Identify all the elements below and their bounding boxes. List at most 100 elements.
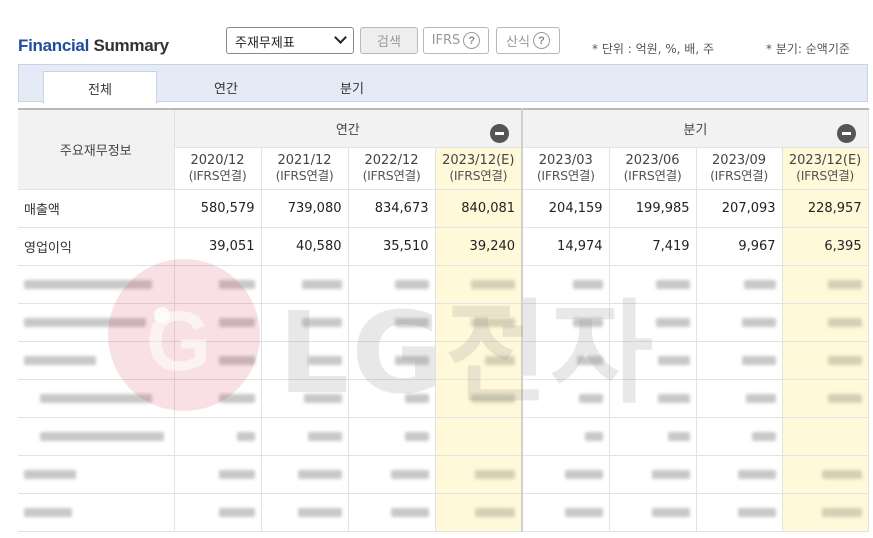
blurred-cell xyxy=(609,455,697,494)
blurred-cell xyxy=(522,379,610,418)
ifrs-help-button[interactable]: IFRS ? xyxy=(423,27,489,54)
blurred-cell xyxy=(348,265,436,304)
blurred-cell xyxy=(696,455,783,494)
blurred-cell xyxy=(261,341,349,380)
blurred-cell xyxy=(782,417,869,456)
blurred-cell xyxy=(522,341,610,380)
quarter-group-label: 분기 xyxy=(683,122,708,138)
chevron-down-icon xyxy=(334,31,347,44)
blurred-cell xyxy=(435,417,524,456)
collapse-quarter-icon[interactable] xyxy=(836,124,856,143)
blurred-cell xyxy=(609,379,697,418)
blurred-cell xyxy=(348,379,436,418)
column-basis: (IFRS연결) xyxy=(275,168,334,183)
blurred-cell xyxy=(261,265,349,304)
table-cell: 199,985 xyxy=(609,189,697,228)
table-cell: 204,159 xyxy=(522,189,610,228)
blurred-cell xyxy=(174,303,262,342)
blurred-row xyxy=(18,341,869,380)
table-cell: 6,395 xyxy=(782,227,869,266)
blurred-label xyxy=(18,303,175,342)
blurred-cell xyxy=(435,455,524,494)
blurred-cell xyxy=(174,493,262,532)
table-cell: 39,051 xyxy=(174,227,262,266)
blurred-cell xyxy=(782,455,869,494)
column-basis: (IFRS연결) xyxy=(623,168,682,183)
quarter-note: * 분기: 순액기준 xyxy=(766,42,850,56)
blurred-cell xyxy=(522,493,610,532)
column-period: 2022/12 xyxy=(364,153,419,168)
toolbar: Financial Summary 주재무제표 검색 IFRS ? 산식 ? *… xyxy=(0,0,873,64)
blurred-cell xyxy=(174,265,262,304)
column-period: 2023/06 xyxy=(625,153,680,168)
table-cell: 35,510 xyxy=(348,227,436,266)
blurred-cell xyxy=(435,303,524,342)
blurred-cell xyxy=(522,455,610,494)
column-header: 2023/06 (IFRS연결) xyxy=(609,147,697,190)
question-circle-icon: ? xyxy=(463,32,481,49)
table-cell: 207,093 xyxy=(696,189,783,228)
blurred-cell xyxy=(782,341,869,380)
financial-summary-table: 주요재무정보 연간 분기 2020/12 (IFRS연결) 2021/12 (IFR… xyxy=(18,108,869,532)
statement-select-value: 주재무제표 xyxy=(235,36,295,51)
table-row: 영업이익 39,051 40,580 35,510 39,240 14,974 … xyxy=(18,227,869,266)
blurred-cell xyxy=(261,417,349,456)
blurred-label xyxy=(18,341,175,380)
tab-annual[interactable]: 연간 xyxy=(179,71,273,103)
blurred-label xyxy=(18,417,175,456)
blurred-cell xyxy=(261,379,349,418)
statement-select[interactable]: 주재무제표 xyxy=(226,27,354,54)
blurred-cell xyxy=(348,493,436,532)
blurred-label xyxy=(18,379,175,418)
page-title: Financial Summary xyxy=(18,36,169,56)
tab-all[interactable]: 전체 xyxy=(43,71,157,104)
tab-quarterly[interactable]: 분기 xyxy=(305,71,399,103)
table-cell: 9,967 xyxy=(696,227,783,266)
blurred-cell xyxy=(696,303,783,342)
column-period: 2021/12 xyxy=(277,153,332,168)
blurred-cell xyxy=(174,379,262,418)
formula-help-button[interactable]: 산식 ? xyxy=(496,27,560,54)
blurred-cell xyxy=(174,455,262,494)
title-rest: Summary xyxy=(93,36,169,55)
column-header: 2023/12(E) (IFRS연결) xyxy=(435,147,524,190)
table-cell: 840,081 xyxy=(435,189,524,228)
blurred-cell xyxy=(348,417,436,456)
collapse-annual-icon[interactable] xyxy=(490,124,510,143)
blurred-cell xyxy=(782,493,869,532)
blurred-row xyxy=(18,493,869,532)
blurred-cell xyxy=(174,341,262,380)
blurred-cell xyxy=(609,341,697,380)
blurred-cell xyxy=(696,341,783,380)
search-button-label: 검색 xyxy=(377,35,401,50)
blurred-cell xyxy=(782,379,869,418)
blurred-rows xyxy=(18,265,869,532)
quarter-group-header: 분기 xyxy=(522,109,869,148)
blurred-row xyxy=(18,303,869,342)
row-label[interactable]: 영업이익 xyxy=(18,227,175,266)
blurred-cell xyxy=(261,455,349,494)
blurred-cell xyxy=(522,265,610,304)
column-header: 2020/12 (IFRS연결) xyxy=(174,147,262,190)
blurred-cell xyxy=(696,417,783,456)
column-period: 2023/03 xyxy=(538,153,593,168)
annual-group-label: 연간 xyxy=(335,122,360,138)
blurred-cell xyxy=(435,493,524,532)
row-label[interactable]: 매출액 xyxy=(18,189,175,228)
column-period: 2023/12(E) xyxy=(788,153,862,168)
blurred-cell xyxy=(522,303,610,342)
search-button[interactable]: 검색 xyxy=(360,27,418,54)
blurred-cell xyxy=(435,379,524,418)
column-header: 2023/03 (IFRS연결) xyxy=(522,147,610,190)
blurred-cell xyxy=(261,303,349,342)
blurred-label xyxy=(18,265,175,304)
column-basis: (IFRS연결) xyxy=(796,168,854,183)
table-cell: 739,080 xyxy=(261,189,349,228)
column-header: 2021/12 (IFRS연결) xyxy=(261,147,349,190)
column-period: 2020/12 xyxy=(190,153,245,168)
table-cell: 834,673 xyxy=(348,189,436,228)
calc-button-label: 산식 xyxy=(506,35,530,50)
blurred-cell xyxy=(609,493,697,532)
question-circle-icon: ? xyxy=(532,32,550,49)
table-row: 매출액 580,579 739,080 834,673 840,081 204,… xyxy=(18,189,869,228)
